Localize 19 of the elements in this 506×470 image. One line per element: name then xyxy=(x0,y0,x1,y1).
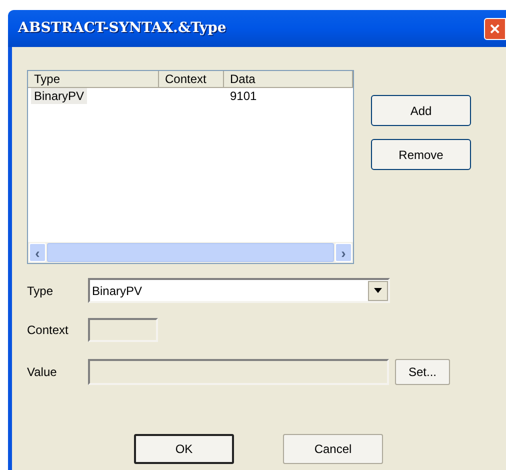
dialog-button[interactable]: Cancel xyxy=(283,434,383,464)
dropdown-icon[interactable] xyxy=(368,280,388,300)
combo-box[interactable]: BinaryPV xyxy=(88,278,390,303)
table-cell: BinaryPV xyxy=(31,88,88,104)
field-label: Context xyxy=(27,322,70,338)
scrollbar-thumb[interactable] xyxy=(47,243,334,262)
dialog-button[interactable]: OK xyxy=(134,434,234,464)
dialog-button[interactable]: Remove xyxy=(371,139,471,170)
field-label: Type xyxy=(27,282,54,300)
dialog-button[interactable]: Add xyxy=(371,95,471,126)
column-header[interactable]: Data xyxy=(224,71,353,88)
column-header[interactable]: Type xyxy=(28,71,159,88)
scroll-left-button[interactable]: ‹ xyxy=(29,243,46,262)
table-cell-text: 9101 xyxy=(229,88,258,104)
close-button[interactable]: ✕ xyxy=(484,18,506,40)
column-header[interactable]: Context xyxy=(159,71,224,88)
scroll-right-button[interactable]: › xyxy=(335,243,352,262)
window-title: ABSTRACT-SYNTAX.&Type xyxy=(18,19,228,38)
field-label: Value xyxy=(27,364,58,380)
